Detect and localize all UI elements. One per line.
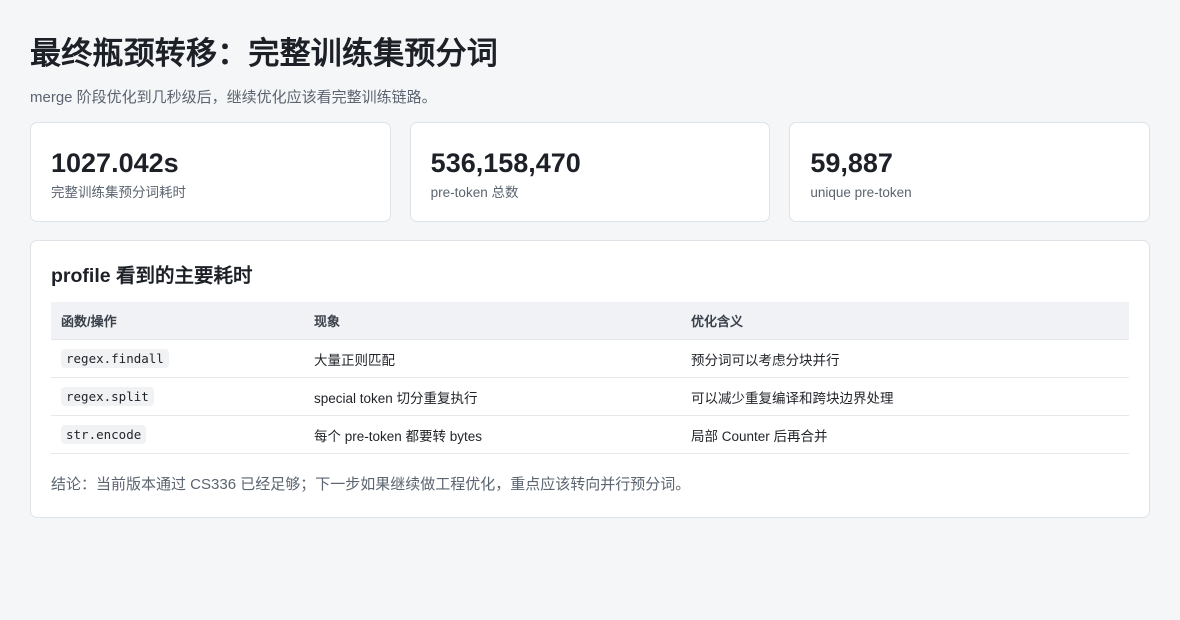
table-row: str.encode 每个 pre-token 都要转 bytes 局部 Cou…	[51, 415, 1129, 454]
cell-function: regex.findall	[51, 339, 304, 378]
stat-label: 完整训练集预分词耗时	[51, 185, 186, 200]
stat-card-unique-pretoken: 59,887 unique pre-token	[789, 122, 1151, 222]
profile-table: 函数/操作 现象 优化含义 regex.findall 大量正则匹配 预分词可以…	[51, 302, 1129, 454]
stat-label: unique pre-token	[810, 185, 912, 200]
column-header-symptom: 现象	[304, 302, 681, 340]
stat-label: pre-token 总数	[430, 185, 519, 200]
cell-function: regex.split	[51, 377, 304, 416]
panel-title: profile 看到的主要耗时	[51, 265, 253, 287]
cell-symptom: special token 切分重复执行	[304, 377, 681, 416]
column-header-function: 函数/操作	[51, 302, 304, 340]
page: 最终瓶颈转移：完整训练集预分词 merge 阶段优化到几秒级后，继续优化应该看完…	[0, 0, 1180, 620]
stat-value: 1027.042s	[51, 148, 179, 178]
stats-row: 1027.042s 完整训练集预分词耗时 536,158,470 pre-tok…	[30, 122, 1151, 222]
stat-card-duration: 1027.042s 完整训练集预分词耗时	[30, 122, 391, 222]
stat-value: 59,887	[810, 148, 893, 178]
function-code: regex.split	[61, 387, 154, 406]
page-title: 最终瓶颈转移：完整训练集预分词	[30, 36, 498, 71]
function-code: str.encode	[61, 425, 147, 444]
page-subtitle: merge 阶段优化到几秒级后，继续优化应该看完整训练链路。	[30, 89, 437, 106]
conclusion-text: 结论：当前版本通过 CS336 已经足够；下一步如果继续做工程优化，重点应该转向…	[51, 476, 691, 493]
stat-value: 536,158,470	[430, 148, 581, 178]
cell-symptom: 大量正则匹配	[304, 339, 681, 378]
cell-function: str.encode	[51, 415, 304, 454]
table-header-row: 函数/操作 现象 优化含义	[51, 302, 1129, 340]
cell-meaning: 预分词可以考虑分块并行	[681, 339, 1129, 378]
stat-card-pretoken-total: 536,158,470 pre-token 总数	[409, 122, 771, 222]
cell-symptom: 每个 pre-token 都要转 bytes	[304, 415, 681, 454]
function-code: regex.findall	[61, 349, 169, 368]
cell-meaning: 可以减少重复编译和跨块边界处理	[681, 377, 1129, 416]
cell-meaning: 局部 Counter 后再合并	[681, 415, 1129, 454]
table-row: regex.split special token 切分重复执行 可以减少重复编…	[51, 377, 1129, 416]
profile-panel: profile 看到的主要耗时 函数/操作 现象 优化含义 regex.find…	[30, 240, 1150, 518]
table-row: regex.findall 大量正则匹配 预分词可以考虑分块并行	[51, 339, 1129, 378]
column-header-meaning: 优化含义	[681, 302, 1129, 340]
